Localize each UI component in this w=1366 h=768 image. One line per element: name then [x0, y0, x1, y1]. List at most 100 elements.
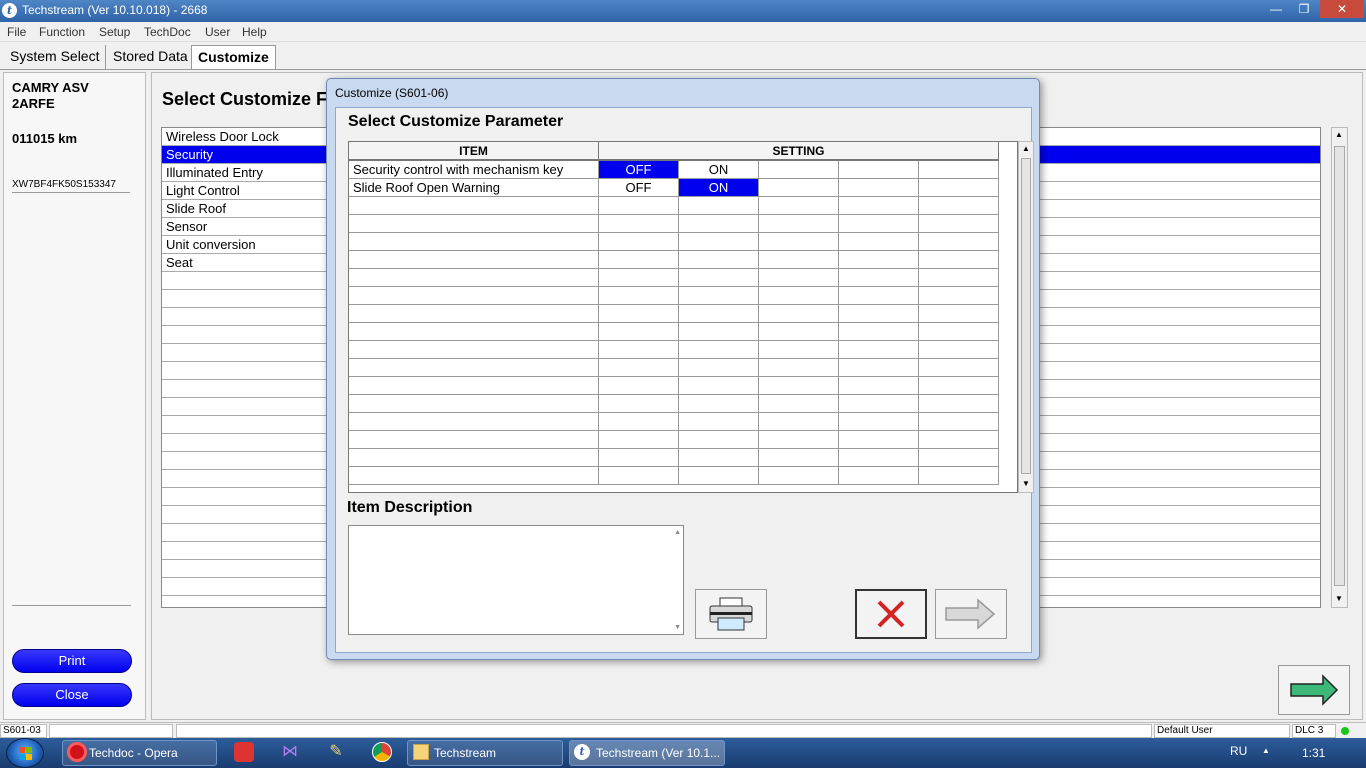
- grid-cell: [839, 215, 919, 233]
- tool-icon[interactable]: ✎: [326, 742, 346, 762]
- vehicle-engine: 2ARFE: [12, 96, 55, 111]
- grid-cell: [349, 305, 599, 323]
- setting-option-off[interactable]: OFF: [599, 179, 679, 197]
- grid-cell: [839, 269, 919, 287]
- grid-cell: [599, 395, 679, 413]
- grid-cell: [349, 449, 599, 467]
- grid-cell: [919, 215, 999, 233]
- scroll-up-icon[interactable]: ▲: [1335, 130, 1343, 139]
- connection-status: DLC 3: [1292, 724, 1336, 738]
- grid-cell: [919, 341, 999, 359]
- tab-bar: System Select Stored Data Customize: [0, 42, 1366, 70]
- setting-option-on[interactable]: ON: [679, 179, 759, 197]
- cancel-button[interactable]: [855, 589, 927, 639]
- grid-cell: [759, 377, 839, 395]
- print-dialog-button[interactable]: [695, 589, 767, 639]
- taskbar-item-label: Techdoc - Opera: [89, 746, 178, 760]
- grid-cell: [599, 233, 679, 251]
- grid-cell: [599, 341, 679, 359]
- close-button[interactable]: Close: [12, 683, 132, 707]
- vehicle-model-name: CAMRY ASV: [12, 80, 89, 95]
- grid-cell: [599, 323, 679, 341]
- scroll-up-icon[interactable]: ▲: [1022, 144, 1030, 153]
- grid-cell: [919, 251, 999, 269]
- menu-techdoc[interactable]: TechDoc: [144, 25, 191, 39]
- grid-cell: [679, 431, 759, 449]
- connection-indicator-icon: [1341, 727, 1349, 735]
- panel-divider: [12, 605, 131, 606]
- language-indicator[interactable]: RU: [1230, 744, 1247, 758]
- scroll-down-icon[interactable]: ▼: [674, 624, 681, 631]
- grid-cell: [679, 467, 759, 485]
- menu-setup[interactable]: Setup: [99, 25, 130, 39]
- grid-cell: [919, 323, 999, 341]
- menu-function[interactable]: Function: [39, 25, 85, 39]
- grid-cell: [759, 323, 839, 341]
- parameter-item: Security control with mechanism key: [349, 161, 599, 179]
- grid-cell: [759, 431, 839, 449]
- grid-cell: [679, 251, 759, 269]
- taskbar: Techdoc - Opera ⋈ ✎ Techstream Techstrea…: [0, 738, 1366, 768]
- grid-cell: [839, 323, 919, 341]
- tray-arrow-icon[interactable]: ▲: [1262, 746, 1270, 755]
- grid-cell: [349, 233, 599, 251]
- scroll-thumb[interactable]: [1021, 158, 1031, 474]
- scroll-down-icon[interactable]: ▼: [1335, 594, 1343, 603]
- grid-cell: [839, 359, 919, 377]
- grid-cell: [839, 449, 919, 467]
- grid-cell: [599, 431, 679, 449]
- menu-help[interactable]: Help: [242, 25, 267, 39]
- dialog-heading: Select Customize Parameter: [348, 113, 564, 130]
- list-scrollbar[interactable]: ▲ ▼: [1331, 127, 1348, 608]
- grid-cell: [919, 305, 999, 323]
- tab-customize[interactable]: Customize: [191, 45, 276, 69]
- grid-cell: [679, 413, 759, 431]
- grid-cell: [919, 413, 999, 431]
- setting-option-off[interactable]: OFF: [599, 161, 679, 179]
- vehicle-vin: XW7BF4FK50S153347: [12, 179, 130, 193]
- start-button[interactable]: [6, 738, 44, 768]
- grid-cell: [759, 413, 839, 431]
- grid-cell: [599, 287, 679, 305]
- taskbar-item-techstream-folder[interactable]: Techstream: [407, 740, 563, 766]
- item-description-label: Item Description: [347, 499, 473, 516]
- grid-cell: [599, 305, 679, 323]
- taskbar-item-techstream-app[interactable]: Techstream (Ver 10.1...: [569, 740, 725, 766]
- grid-cell: [679, 341, 759, 359]
- setting-option-on[interactable]: ON: [679, 161, 759, 179]
- print-button[interactable]: Print: [12, 649, 132, 673]
- menu-file[interactable]: File: [7, 25, 26, 39]
- media-icon[interactable]: [234, 742, 254, 762]
- close-window-button[interactable]: ✕: [1320, 0, 1364, 18]
- grid-cell: [679, 323, 759, 341]
- grid-cell: [599, 377, 679, 395]
- next-dialog-button[interactable]: [935, 589, 1007, 639]
- taskbar-item-label: Techstream (Ver 10.1...: [596, 746, 721, 760]
- menu-bar: File Function Setup TechDoc User Help: [0, 22, 1366, 42]
- tab-stored-data[interactable]: Stored Data: [107, 45, 195, 69]
- grid-cell: [839, 431, 919, 449]
- menu-user[interactable]: User: [205, 25, 230, 39]
- grid-cell: [679, 395, 759, 413]
- chrome-icon[interactable]: [372, 742, 392, 762]
- grid-cell: [679, 269, 759, 287]
- tab-system-select[interactable]: System Select: [4, 45, 107, 69]
- grid-cell: [839, 341, 919, 359]
- scroll-thumb[interactable]: [1334, 146, 1345, 586]
- restore-button[interactable]: ❐: [1290, 0, 1318, 18]
- clock[interactable]: 1:31: [1302, 746, 1325, 760]
- windows-logo-icon: [19, 747, 32, 760]
- techstream-app-icon: t: [2, 3, 17, 18]
- column-header-item: ITEM: [349, 142, 599, 161]
- minimize-button[interactable]: —: [1262, 0, 1290, 18]
- grid-scrollbar[interactable]: ▲ ▼: [1018, 141, 1034, 493]
- visual-studio-icon[interactable]: ⋈: [280, 742, 300, 762]
- grid-cell: [839, 197, 919, 215]
- grid-cell: [839, 395, 919, 413]
- scroll-down-icon[interactable]: ▼: [1022, 479, 1030, 488]
- grid-cell: [679, 215, 759, 233]
- scroll-up-icon[interactable]: ▲: [674, 529, 681, 536]
- parameter-grid: ITEM SETTING Security control with mecha…: [348, 141, 1018, 493]
- status-message: [176, 724, 1152, 738]
- next-button[interactable]: [1278, 665, 1350, 715]
